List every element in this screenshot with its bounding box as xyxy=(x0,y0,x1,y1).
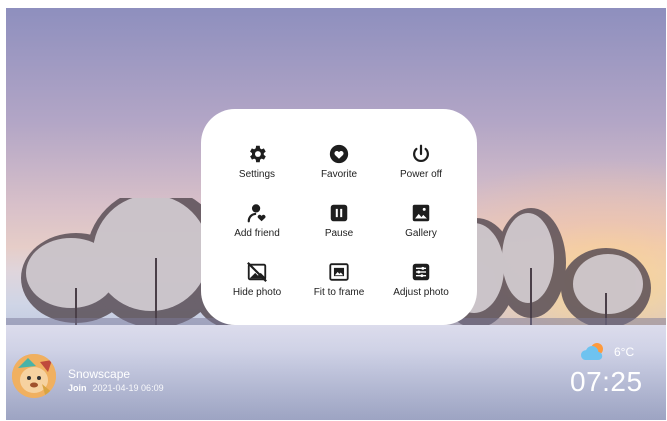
menu-power-off-label: Power off xyxy=(399,169,443,180)
sender-avatar[interactable] xyxy=(12,354,56,398)
join-label: Join xyxy=(68,383,87,393)
menu-add-friend-label: Add friend xyxy=(234,228,280,239)
menu-gallery[interactable]: Gallery xyxy=(375,202,467,262)
avatar-image xyxy=(12,354,56,398)
gallery-icon xyxy=(412,204,430,222)
menu-pause-label: Pause xyxy=(324,228,354,239)
menu-add-friend[interactable]: Add friend xyxy=(211,202,303,262)
menu-adjust-photo[interactable]: Adjust photo xyxy=(375,261,467,321)
hide-photo-icon xyxy=(247,262,267,282)
menu-pause[interactable]: Pause xyxy=(293,202,385,262)
menu-hide-photo-label: Hide photo xyxy=(232,287,282,298)
cloud-sun-icon xyxy=(580,343,603,361)
power-icon xyxy=(413,144,429,163)
photo-date: 2021-04-19 06:09 xyxy=(92,383,164,393)
gear-icon xyxy=(250,145,266,163)
menu-adjust-photo-label: Adjust photo xyxy=(393,287,449,298)
clock-time: 07:25 xyxy=(570,366,643,397)
fit-to-frame-icon xyxy=(329,263,349,281)
pause-icon xyxy=(330,204,348,222)
photo-meta: Join 2021-04-19 06:09 xyxy=(68,383,164,393)
menu-favorite[interactable]: Favorite xyxy=(293,143,385,203)
menu-gallery-label: Gallery xyxy=(405,228,437,239)
temperature: 6°C xyxy=(614,345,635,359)
heart-icon xyxy=(329,144,349,164)
menu-power-off[interactable]: Power off xyxy=(375,143,467,203)
menu-favorite-label: Favorite xyxy=(320,169,358,180)
photo-title: Snowscape xyxy=(68,367,131,381)
menu-hide-photo[interactable]: Hide photo xyxy=(211,261,303,321)
adjust-icon xyxy=(412,263,430,281)
menu-fit-to-frame[interactable]: Fit to frame xyxy=(293,261,385,321)
quick-menu: Settings Favorite Power off Add friend P… xyxy=(201,109,477,325)
menu-settings-label: Settings xyxy=(238,169,276,180)
menu-settings[interactable]: Settings xyxy=(211,143,303,203)
add-friend-icon xyxy=(247,204,266,223)
menu-fit-to-frame-label: Fit to frame xyxy=(313,287,365,298)
